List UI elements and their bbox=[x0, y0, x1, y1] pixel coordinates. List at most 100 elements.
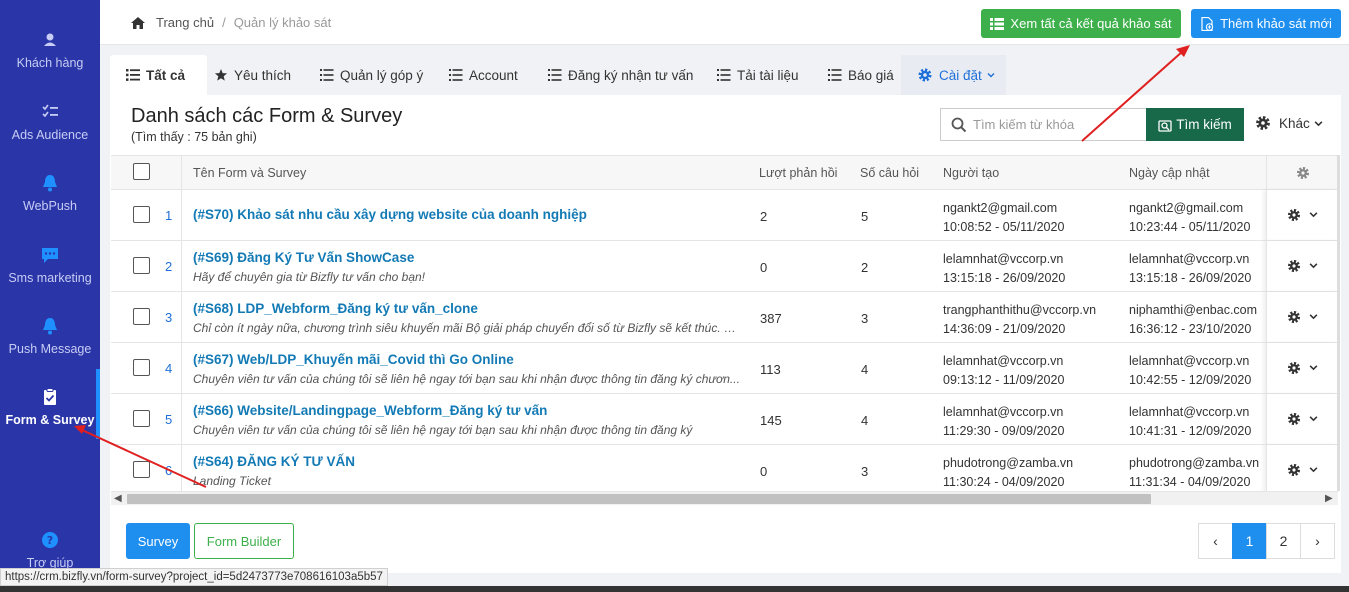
tab-feedback[interactable]: Quản lý góp ý bbox=[304, 55, 423, 95]
sidebar-item-ads-audience[interactable]: Ads Audience bbox=[0, 102, 100, 172]
list-icon bbox=[320, 69, 334, 81]
search-button[interactable]: Tìm kiếm bbox=[1146, 108, 1244, 141]
table-row[interactable]: 4 (#S67) Web/LDP_Khuyến mãi_Covid thì Go … bbox=[111, 342, 1338, 394]
view-all-results-button[interactable]: Xem tất cả kết quả khảo sát bbox=[981, 9, 1181, 38]
creator-cell: ngankt2@gmail.com 10:08:52 - 05/11/2020 bbox=[943, 199, 1064, 237]
chevron-down-icon bbox=[1309, 212, 1318, 218]
row-checkbox[interactable] bbox=[133, 308, 150, 325]
created-time: 14:36:09 - 21/09/2020 bbox=[943, 322, 1066, 336]
survey-title-link[interactable]: (#S64) ĐĂNG KÝ TƯ VẤN bbox=[193, 454, 355, 469]
row-actions-dropdown[interactable] bbox=[1266, 445, 1338, 491]
search-icon bbox=[951, 117, 967, 132]
vertical-scrollbar[interactable] bbox=[1337, 155, 1340, 491]
scroll-right-arrow[interactable]: ▶ bbox=[1325, 493, 1333, 504]
updated-time: 10:42:55 - 12/09/2020 bbox=[1129, 373, 1252, 387]
survey-description: Chuyên viên tư vấn của chúng tôi sẽ liên… bbox=[193, 372, 740, 386]
scroll-left-arrow[interactable]: ◀ bbox=[114, 493, 122, 504]
tab-settings[interactable]: Cài đặt bbox=[901, 55, 1006, 95]
select-all-checkbox[interactable] bbox=[133, 163, 150, 180]
table-row[interactable]: 1 (#S70) Khảo sát nhu cầu xây dựng websit… bbox=[111, 189, 1338, 241]
created-time: 09:13:12 - 11/09/2020 bbox=[943, 373, 1065, 387]
row-actions-dropdown[interactable] bbox=[1266, 292, 1338, 343]
scrollbar-thumb[interactable] bbox=[127, 494, 1151, 504]
sidebar-item-webpush[interactable]: WebPush bbox=[0, 173, 100, 243]
file-plus-icon bbox=[1201, 16, 1214, 31]
home-icon[interactable] bbox=[130, 16, 146, 30]
more-options-dropdown[interactable]: Khác bbox=[1255, 115, 1323, 131]
list-icon bbox=[990, 17, 1005, 30]
tab-quote[interactable]: Báo giá bbox=[812, 55, 894, 95]
chat-icon bbox=[42, 248, 58, 263]
survey-title-link[interactable]: (#S69) Đăng Ký Tư Vấn ShowCase bbox=[193, 250, 414, 265]
row-checkbox[interactable] bbox=[133, 257, 150, 274]
row-checkbox[interactable] bbox=[133, 359, 150, 376]
list-icon bbox=[548, 69, 562, 81]
column-header-name[interactable]: Tên Form và Survey bbox=[193, 166, 306, 180]
row-actions-dropdown[interactable] bbox=[1266, 343, 1338, 394]
next-page-button[interactable]: › bbox=[1300, 523, 1335, 559]
gear-icon bbox=[1287, 259, 1301, 273]
sidebar-item-form-survey[interactable]: Form & Survey bbox=[0, 369, 100, 457]
tab-account[interactable]: Account bbox=[433, 55, 518, 95]
search-input[interactable] bbox=[973, 117, 1143, 132]
list-check-icon bbox=[42, 104, 58, 118]
page-2-button[interactable]: 2 bbox=[1266, 523, 1301, 559]
column-settings[interactable] bbox=[1266, 156, 1338, 189]
survey-title-link[interactable]: (#S70) Khảo sát nhu cầu xây dựng website… bbox=[193, 207, 587, 222]
svg-text:?: ? bbox=[47, 534, 53, 547]
horizontal-scrollbar[interactable]: ◀ ▶ bbox=[111, 491, 1338, 505]
user-icon bbox=[44, 33, 56, 46]
question-count: 4 bbox=[861, 362, 869, 377]
tab-favorites[interactable]: Yêu thích bbox=[198, 55, 291, 95]
gear-icon bbox=[1256, 116, 1270, 130]
survey-button[interactable]: Survey bbox=[126, 523, 190, 559]
column-header-questions[interactable]: Số câu hỏi bbox=[860, 166, 919, 180]
column-header-responses[interactable]: Lượt phản hồi bbox=[759, 166, 837, 180]
survey-title-link[interactable]: (#S66) Website/Landingpage_Webform_Đăng … bbox=[193, 403, 547, 418]
page-1-button[interactable]: 1 bbox=[1232, 523, 1267, 559]
column-header-updated[interactable]: Ngày cập nhật bbox=[1129, 166, 1210, 180]
row-actions-dropdown[interactable] bbox=[1266, 394, 1338, 445]
list-icon bbox=[828, 69, 842, 81]
form-builder-button[interactable]: Form Builder bbox=[194, 523, 294, 559]
survey-title-link[interactable]: (#S68) LDP_Webform_Đăng ký tư vấn_clone bbox=[193, 301, 478, 316]
row-checkbox[interactable] bbox=[133, 461, 150, 478]
table-row[interactable]: 2 (#S69) Đăng Ký Tư Vấn ShowCase Hãy để ch… bbox=[111, 240, 1338, 292]
row-actions-dropdown[interactable] bbox=[1266, 241, 1338, 292]
row-actions-dropdown[interactable] bbox=[1266, 190, 1338, 241]
prev-page-button[interactable]: ‹ bbox=[1198, 523, 1233, 559]
gear-icon bbox=[1287, 463, 1301, 477]
table-row[interactable]: 6 (#S64) ĐĂNG KÝ TƯ VẤN Landing Ticket 0 3 ph… bbox=[111, 444, 1338, 491]
updater-email: lelamnhat@vccorp.vn bbox=[1129, 252, 1250, 266]
add-survey-button[interactable]: Thêm khảo sát mới bbox=[1191, 9, 1341, 38]
creator-cell: lelamnhat@vccorp.vn 09:13:12 - 11/09/2020 bbox=[943, 352, 1064, 390]
sidebar-item-help[interactable]: ? Trợ giúp bbox=[0, 530, 100, 570]
gear-icon bbox=[1296, 166, 1310, 180]
updater-email: lelamnhat@vccorp.vn bbox=[1129, 405, 1250, 419]
chevron-down-icon bbox=[1309, 416, 1318, 422]
breadcrumb-home[interactable]: Trang chủ bbox=[156, 15, 214, 30]
row-checkbox[interactable] bbox=[133, 206, 150, 223]
updated-cell: lelamnhat@vccorp.vn 10:42:55 - 12/09/2020 bbox=[1129, 352, 1264, 390]
table-row[interactable]: 3 (#S68) LDP_Webform_Đăng ký tư vấn_clone… bbox=[111, 291, 1338, 343]
sidebar-item-push-message[interactable]: Push Message bbox=[0, 316, 100, 386]
tab-all[interactable]: Tất cả bbox=[110, 55, 207, 95]
search-icon bbox=[1158, 119, 1172, 132]
question-count: 5 bbox=[861, 209, 869, 224]
sidebar-item-sms-marketing[interactable]: Sms marketing bbox=[0, 245, 100, 315]
row-checkbox[interactable] bbox=[133, 410, 150, 427]
column-header-creator[interactable]: Người tạo bbox=[943, 166, 999, 180]
survey-description: Chỉ còn ít ngày nữa, chương trình siêu k… bbox=[193, 321, 743, 335]
chevron-down-icon bbox=[1309, 263, 1318, 269]
creator-cell: lelamnhat@vccorp.vn 11:29:30 - 09/09/2020 bbox=[943, 403, 1064, 441]
chevron-down-icon bbox=[1309, 365, 1318, 371]
tab-consult-registration[interactable]: Đăng ký nhận tư vấn bbox=[532, 55, 693, 95]
chevron-down-icon bbox=[1314, 120, 1323, 126]
table-row[interactable]: 5 (#S66) Website/Landingpage_Webform_Đăng… bbox=[111, 393, 1338, 445]
survey-description: Hãy để chuyên gia từ Bizfly tư vấn cho b… bbox=[193, 270, 426, 284]
sidebar-item-customers[interactable]: Khách hàng bbox=[0, 30, 100, 100]
search-box bbox=[940, 108, 1146, 141]
creator-email: trangphanthithu@vccorp.vn bbox=[943, 303, 1097, 317]
tab-download-docs[interactable]: Tải tài liệu bbox=[701, 55, 799, 95]
survey-title-link[interactable]: (#S67) Web/LDP_Khuyến mãi_Covid thì Go O… bbox=[193, 352, 514, 367]
